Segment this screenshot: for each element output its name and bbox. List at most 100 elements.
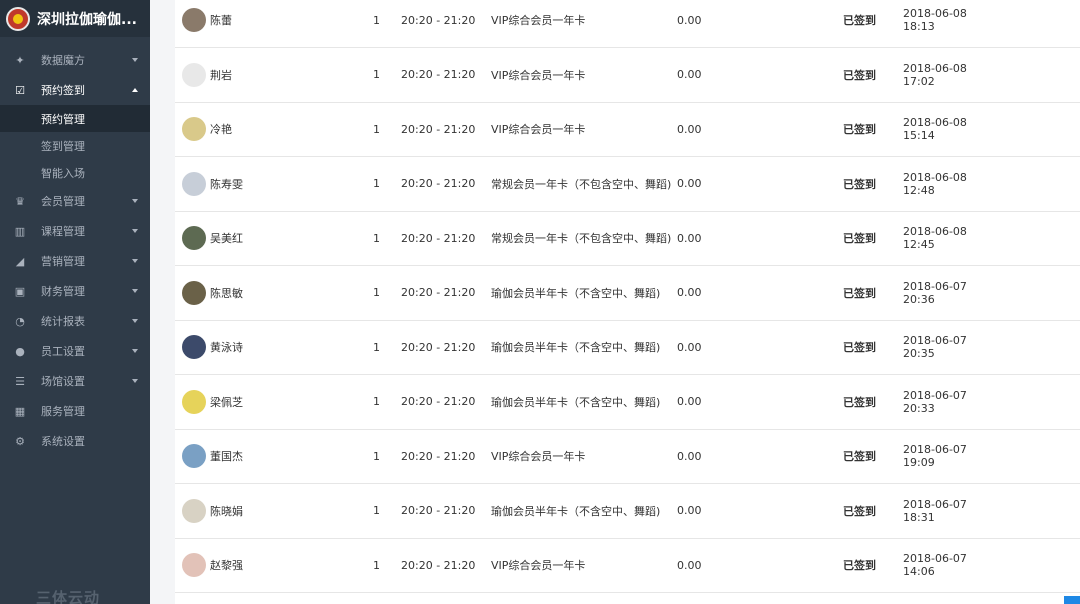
table-row[interactable]: 董国杰 1 20:20 - 21:20 VIP综合会员一年卡 0.00 已签到 2018-0… (175, 429, 1080, 484)
membership-card: VIP综合会员一年卡 (491, 123, 586, 136)
avatar (182, 8, 206, 32)
booking-count: 1 (373, 558, 380, 572)
checkin-time: 12:48 (903, 183, 935, 197)
avatar (182, 389, 206, 414)
sidebar-item[interactable]: ● 员工设置 (0, 336, 150, 366)
sidebar-item-label: 系统设置 (41, 435, 85, 448)
booking-count: 1 (373, 13, 380, 27)
brand-title: 深圳拉伽瑜伽... (37, 11, 137, 28)
sidebar-item[interactable]: ▦ 服务管理 (0, 396, 150, 426)
gear-icon: ⚙ (15, 434, 25, 448)
books-icon: ▥ (14, 224, 26, 238)
checkin-date: 2018-06-08 (903, 116, 967, 129)
sidebar-item[interactable]: ▥ 课程管理 (0, 216, 150, 246)
checkin-date: 2018-06-07 (903, 552, 967, 565)
checkin-datetime: 2018-06-07 20:33 (903, 375, 967, 429)
amount: 0.00 (677, 231, 702, 245)
brand-logo (6, 6, 30, 31)
amount: 0.00 (677, 504, 702, 517)
sidebar-item-label: 课程管理 (41, 225, 85, 238)
sidebar-subitem[interactable]: 预约管理 (0, 105, 150, 132)
checkin-date: 2018-06-07 (903, 497, 967, 511)
status-badge: 已签到 (843, 395, 876, 409)
sidebar-item[interactable]: ☑ 预约签到 (0, 75, 150, 105)
class-time: 20:20 - 21:20 (401, 395, 476, 408)
sidebar-item-label: 数据魔方 (41, 54, 85, 67)
checkin-date: 2018-06-08 (903, 61, 967, 75)
sidebar-subitem[interactable]: 智能入场 (0, 159, 150, 186)
checkin-date: 2018-06-07 (903, 334, 967, 347)
amount: 0.00 (677, 395, 702, 408)
table-row[interactable]: 冷艳 1 20:20 - 21:20 VIP综合会员一年卡 0.00 已签到 2018-06… (175, 102, 1080, 157)
checkin-date: 2018-06-08 (903, 225, 967, 238)
class-time: 20:20 - 21:20 (401, 122, 476, 136)
membership-card: VIP综合会员一年卡 (491, 559, 586, 572)
checkin-datetime: 2018-06-08 12:48 (903, 157, 967, 211)
amount: 0.00 (677, 122, 702, 136)
sidebar-item[interactable]: ▣ 财务管理 (0, 276, 150, 306)
booking-count: 1 (373, 504, 380, 517)
table-row[interactable]: 陈晓娟 1 20:20 - 21:20 瑜伽会员半年卡（不含空中、舞蹈) 0.00 已签到… (175, 484, 1080, 539)
sidebar-subitem[interactable]: 签到管理 (0, 132, 150, 159)
table-row[interactable]: 荆岩 1 20:20 - 21:20 VIP综合会员一年卡 0.00 已签到 2018-06… (175, 48, 1080, 103)
class-time: 20:20 - 21:20 (401, 231, 476, 245)
table-row[interactable]: 黄泳诗 1 20:20 - 21:20 瑜伽会员半年卡（不含空中、舞蹈) 0.00 已签到… (175, 320, 1080, 375)
avatar (182, 62, 206, 87)
sidebar-item[interactable]: ◔ 统计报表 (0, 306, 150, 336)
table-row[interactable]: 陈蕾 1 20:20 - 21:20 VIP综合会员一年卡 0.00 已签到 2018-06… (175, 0, 1080, 48)
checkin-list: 陈蕾 1 20:20 - 21:20 VIP综合会员一年卡 0.00 已签到 2018-06… (175, 0, 1080, 604)
booking-count: 1 (373, 177, 380, 190)
table-row[interactable]: 陈思敏 1 20:20 - 21:20 瑜伽会员半年卡（不含空中、舞蹈) 0.00 已签到… (175, 266, 1080, 321)
status-badge: 已签到 (843, 177, 876, 191)
amount: 0.00 (677, 13, 702, 27)
avatar (182, 226, 206, 250)
sidebar-item[interactable]: ◢ 营销管理 (0, 246, 150, 276)
class-time: 20:20 - 21:20 (401, 286, 476, 299)
table-row[interactable]: 吴美红 1 20:20 - 21:20 常规会员一年卡（不包含空中、舞蹈) 0.00 已签… (175, 211, 1080, 266)
member-name: 荆岩 (210, 68, 232, 82)
avatar (182, 553, 206, 577)
member-name: 吴美红 (210, 232, 243, 245)
checkin-date: 2018-06-07 (903, 388, 967, 402)
table-row[interactable]: 陈寿雯 1 20:20 - 21:20 常规会员一年卡（不包含空中、舞蹈) 0.00 已签… (175, 157, 1080, 212)
member-name: 董国杰 (210, 450, 243, 463)
puzzle-icon: ✦ (15, 53, 25, 67)
table-row[interactable]: 梁佩芝 1 20:20 - 21:20 瑜伽会员半年卡（不含空中、舞蹈) 0.00 已签到… (175, 375, 1080, 430)
booking-count: 1 (373, 286, 380, 299)
sidebar-item[interactable]: ⚙ 系统设置 (0, 426, 150, 456)
brand-header: 深圳拉伽瑜伽... (0, 0, 150, 37)
chevron-down-icon (132, 319, 138, 323)
booking-count: 1 (373, 122, 380, 136)
sidebar-item[interactable]: ♛ 会员管理 (0, 186, 150, 216)
checkin-datetime: 2018-06-07 18:31 (903, 484, 967, 538)
member-name: 冷艳 (210, 123, 232, 136)
member-name: 陈蕾 (210, 14, 232, 27)
checkin-date: 2018-06-07 (903, 443, 967, 456)
chart-icon: ◢ (15, 254, 25, 268)
member-name: 黄泳诗 (210, 341, 243, 354)
wallet-icon: ▣ (14, 284, 26, 298)
status-badge: 已签到 (843, 14, 876, 27)
status-badge: 已签到 (843, 232, 876, 245)
scroll-to-top-button[interactable] (1064, 596, 1080, 604)
footer-logo: 三体云动 (36, 589, 101, 604)
chevron-down-icon (132, 199, 138, 203)
sidebar-menu: ✦ 数据魔方 ☑ 预约签到 预约管理 签到管理 智能入场 ♛ 会员管理 ▥ 课程管理 ◢ 营销管理 ▣ 财务… (0, 45, 150, 456)
booking-count: 1 (373, 449, 380, 463)
status-badge: 已签到 (843, 123, 876, 136)
sidebar-item[interactable]: ☰ 场馆设置 (0, 366, 150, 396)
checkin-time: 18:31 (903, 510, 935, 524)
membership-card: 瑜伽会员半年卡（不含空中、舞蹈) (491, 395, 661, 409)
checkin-date: 2018-06-08 (903, 170, 967, 184)
checkin-time: 17:02 (903, 74, 935, 88)
checkin-datetime: 2018-06-07 20:36 (903, 266, 967, 320)
checkin-date: 2018-06-08 (903, 7, 967, 20)
membership-card: VIP综合会员一年卡 (491, 14, 586, 27)
checkin-datetime: 2018-06-08 15:14 (903, 102, 967, 156)
chevron-down-icon (132, 259, 138, 263)
class-time: 20:20 - 21:20 (401, 68, 476, 81)
avatar (182, 498, 206, 523)
amount: 0.00 (677, 558, 702, 572)
table-row[interactable]: 赵黎强 1 20:20 - 21:20 VIP综合会员一年卡 0.00 已签到 2018-0… (175, 538, 1080, 593)
sidebar-item[interactable]: ✦ 数据魔方 (0, 45, 150, 75)
